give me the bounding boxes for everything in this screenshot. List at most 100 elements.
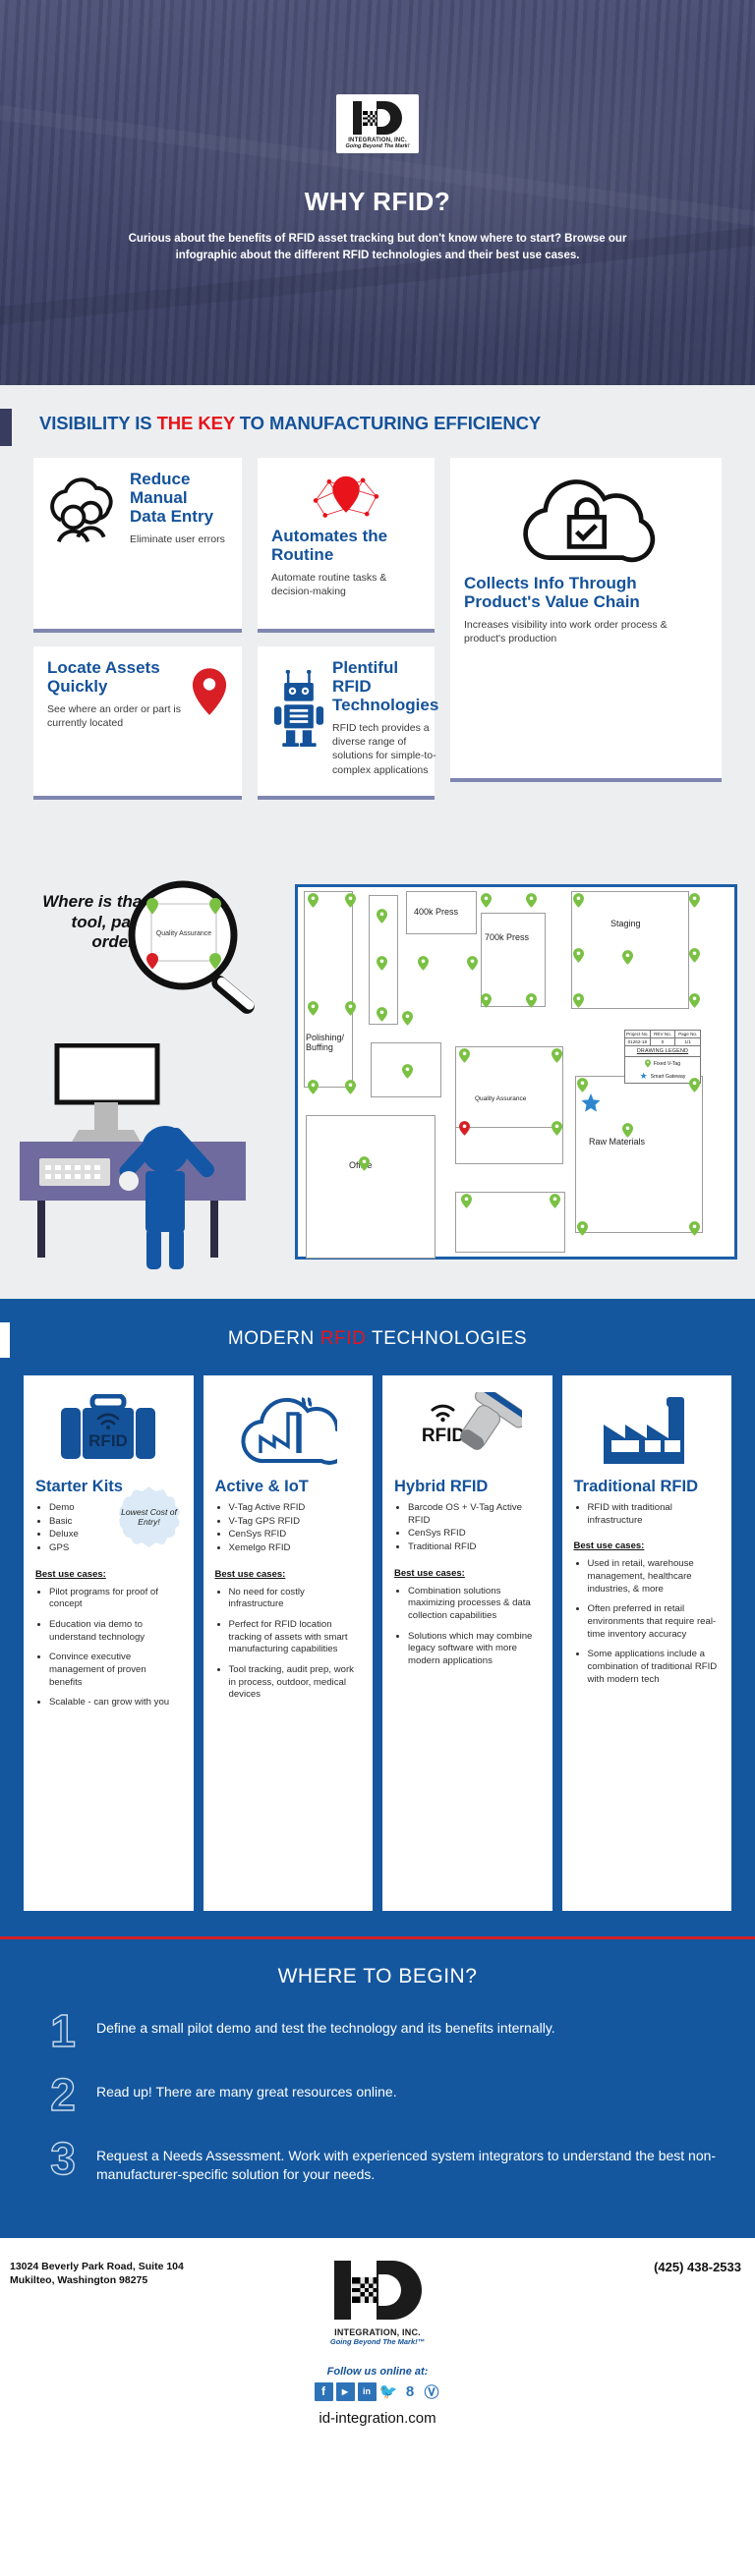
svg-text:RFID: RFID [422,1426,465,1446]
step-number: 3 [50,2133,77,2185]
people-icon [47,470,124,551]
map-pin-green [345,893,356,908]
website-url[interactable]: id-integration.com [0,2410,755,2427]
tech-heading-red: RFID [319,1328,367,1349]
pinterest-icon[interactable]: Ⓥ [423,2382,441,2401]
map-pin-red [459,1121,470,1136]
map-pin-green [689,993,700,1008]
logo-letter-i [333,2261,351,2321]
tech-card-traditional-rfid: Traditional RFID RFID with traditional i… [561,1375,731,1911]
legend-key-label: Smart Gateway [650,1073,686,1080]
legend-key-fixed-vtag: Fixed V-Tag [625,1057,700,1070]
step-text: Read up! There are many great resources … [96,2084,397,2100]
begin-heading: WHERE TO BEGIN? [277,1965,478,1988]
heading-accent-bar [0,409,12,446]
logo-letter-i [353,101,362,135]
visibility-section: VISIBILITY IS THE KEY TO MANUFACTURING E… [0,385,755,1299]
tech-item: CenSys RFID [408,1528,541,1540]
room-office [306,1115,436,1259]
map-pin-green [526,893,537,908]
tech-use-list: Combination solutions maximizing process… [408,1586,541,1668]
benefit-card-text: Locate Assets Quickly See where an order… [47,658,187,784]
tech-card-starter-kits: RFID Starter Kits Lowest Cost of Entry! … [24,1375,194,1911]
map-pin-green [461,1194,472,1208]
map-pin-green [377,909,387,924]
step-text: Define a small pilot demo and test the t… [96,2020,555,2036]
rfid-briefcase-icon: RFID [35,1389,182,1472]
twitter-icon[interactable]: 🐦 [379,2382,398,2401]
legend-header-page: Page No. [678,1032,698,1036]
best-use-cases-label: Best use cases: [394,1567,465,1579]
factory-icon [574,1389,721,1472]
hero-subtitle: Curious about the benefits of RFID asset… [128,232,627,262]
heading-accent-bar [0,1322,10,1358]
footer: 13024 Beverly Park Road, Suite 104 Mukil… [0,2238,755,2487]
facebook-icon[interactable]: f [314,2381,333,2401]
tech-columns: RFID Starter Kits Lowest Cost of Entry! … [0,1354,755,1936]
room-label-polishing: Polishing/ Buffing [306,1033,345,1053]
youtube-icon[interactable]: ▶ [335,2381,355,2401]
tech-item-list: Barcode OS + V-Tag Active RFID CenSys RF… [408,1502,541,1554]
map-pin-green [573,948,584,963]
step-text: Request a Needs Assessment. Work with ex… [96,2148,717,2182]
map-pin-green [377,956,387,971]
room-polishing-buffing [304,891,353,1088]
tech-item-list: RFID with traditional infrastructure [588,1502,721,1527]
address-line-1: 13024 Beverly Park Road, Suite 104 [10,2261,184,2273]
best-use-cases-label: Best use cases: [35,1568,106,1580]
map-pin-green [359,1156,370,1171]
footer-logo-subtitle: INTEGRATION, INC. [334,2327,421,2338]
drawing-legend: Project No. REV No. Page No. 01262-18 0 … [624,1030,701,1084]
map-pin-green [418,956,429,971]
tech-use: Some applications include a combination … [588,1649,721,1686]
warehouse-map-block: Where is that tool, part, order... Quali… [0,870,755,1283]
step-number: 2 [50,2069,77,2121]
tech-title: Traditional RFID [573,1478,699,1495]
card-title: Locate Assets Quickly [47,658,160,697]
linkedin-icon[interactable]: in [357,2381,377,2401]
factory-floor-plan: Polishing/ Buffing 400k Press 700k Press… [295,884,737,1260]
tech-item: V-Tag GPS RFID [229,1516,362,1529]
logo-letter-d [377,101,402,135]
logo-tagline: Going Beyond The Mark! [345,143,410,149]
tech-use: Scalable - can grow with you [49,1697,182,1709]
legend-title: DRAWING LEGEND [625,1046,700,1057]
map-pin-green [577,1221,588,1236]
benefit-card-reduce-manual-data-entry: Reduce Manual Data Entry Eliminate user … [33,458,242,633]
hero-section: INTEGRATION, INC. Going Beyond The Mark!… [0,0,755,385]
footer-logo-tagline: Going Beyond The Mark!™ [329,2337,426,2347]
googleplus-icon[interactable]: 8 [401,2382,420,2401]
map-pin-green [402,1064,413,1079]
person-at-desk-illustration [20,1043,246,1269]
heading-text-1: VISIBILITY IS [39,413,157,433]
benefit-card-text: Reduce Manual Data Entry Eliminate user … [130,470,228,546]
lowest-cost-badge: Lowest Cost of Entry! [119,1486,180,1547]
heading-text-red: THE KEY [156,413,235,433]
tech-card-hybrid-rfid: RFID Hybrid RFID Barcode OS + V-Tag Acti… [382,1375,552,1911]
magnifier-icon: Quality Assurance [128,880,255,1014]
benefit-card-automates-the-routine: Automates the Routine Automate routine t… [258,458,435,633]
heading-text-2: TO MANUFACTURING EFFICIENCY [234,413,542,433]
footer-phone[interactable]: (425) 438-2533 [654,2260,741,2274]
modern-rfid-section: MODERN RFID TECHNOLOGIES RFID Starter Ki… [0,1299,755,2239]
address-line-2: Mukilteo, Washington 98275 [10,2274,148,2287]
tech-use: Often preferred in retail environments t… [588,1603,721,1641]
step-list: 1 Define a small pilot demo and test the… [45,2007,722,2185]
legend-header-row: Project No. REV No. Page No. [625,1031,700,1038]
map-pin-green [308,1080,319,1094]
map-pin-green [467,956,478,971]
map-pin-green [308,893,319,908]
badge-text: Lowest Cost of Entry! [121,1506,177,1528]
best-use-cases-label: Best use cases: [214,1568,286,1580]
card-title: Collects Info Through Product's Value Ch… [464,574,640,612]
card-desc: See where an order or part is currently … [47,703,181,730]
room-label-400k: 400k Press [414,907,459,917]
tech-title: Hybrid RFID [394,1478,489,1495]
legend-header-rev: REV No. [651,1031,676,1037]
step-item: 1 Define a small pilot demo and test the… [45,2007,722,2054]
map-pin-green [481,893,492,908]
map-pin-green [573,893,584,908]
map-pin-green [689,893,700,908]
room-qa-annex [455,1127,563,1164]
map-pin-green [526,993,537,1008]
